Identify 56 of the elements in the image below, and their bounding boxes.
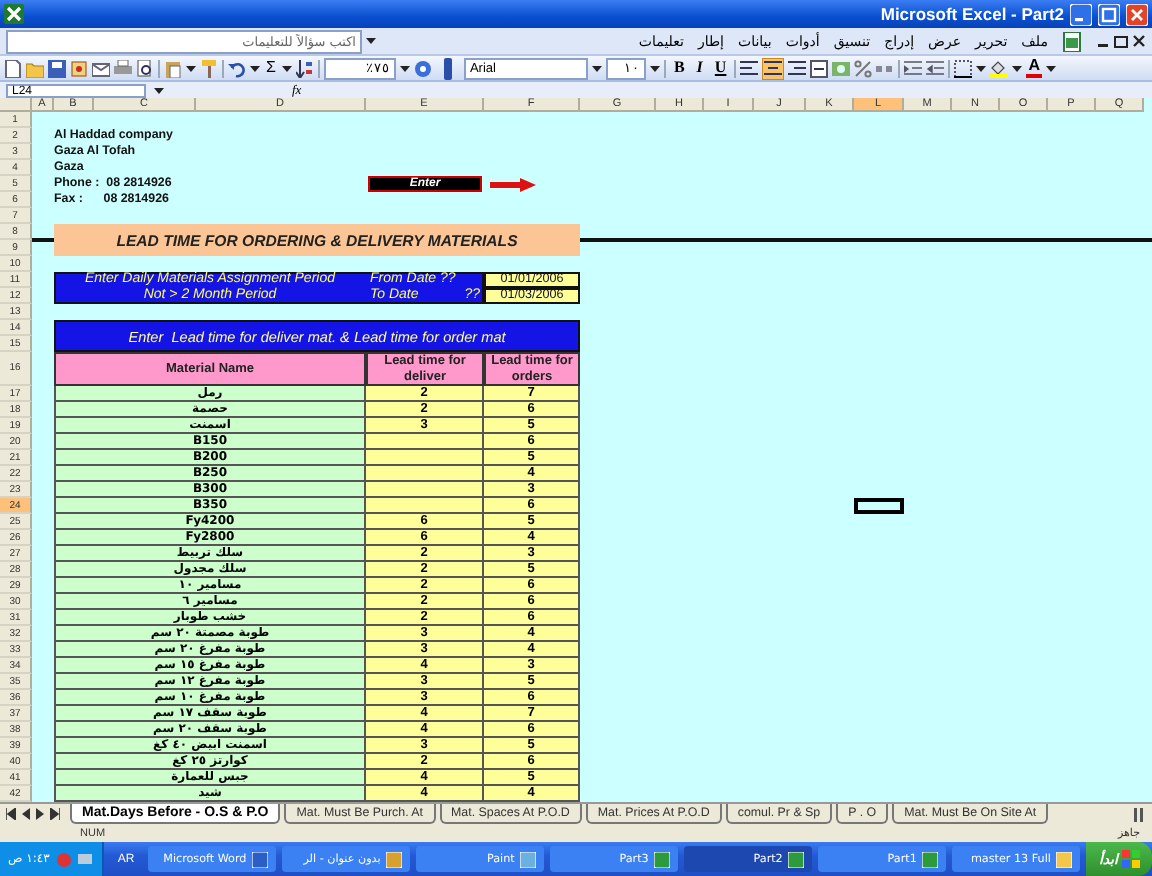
previous-sheet-icon[interactable]: [22, 808, 30, 820]
caret-icon[interactable]: [976, 63, 987, 73]
next-sheet-icon[interactable]: [36, 808, 44, 820]
maximize-icon[interactable]: [1098, 3, 1120, 25]
help-icon[interactable]: [413, 59, 432, 77]
spreadsheet-icon: [922, 851, 939, 867]
percent-icon[interactable]: [854, 59, 873, 77]
caret-icon[interactable]: [1012, 63, 1023, 73]
align-center-icon[interactable]: [762, 57, 785, 79]
document-icon[interactable]: [1062, 31, 1082, 51]
undo-icon[interactable]: [228, 59, 246, 77]
print-icon[interactable]: [114, 59, 132, 77]
caret-icon[interactable]: [366, 36, 376, 46]
spreadsheet-icon: [654, 851, 671, 867]
borders-icon[interactable]: [954, 59, 973, 77]
align-left-icon[interactable]: [740, 59, 759, 77]
autosum-button[interactable]: Σ: [264, 58, 278, 78]
sort-icon[interactable]: [295, 59, 314, 77]
folder-icon: [1056, 851, 1073, 867]
save-icon[interactable]: [48, 59, 66, 77]
caret-icon[interactable]: [591, 63, 602, 73]
caret-icon[interactable]: [1045, 63, 1056, 73]
windows-flag-icon: [1121, 850, 1140, 868]
bold-button[interactable]: B: [669, 58, 689, 78]
spreadsheet-icon[interactable]: [4, 4, 24, 24]
close-icon[interactable]: [1132, 34, 1146, 48]
restore-icon[interactable]: [1114, 34, 1128, 48]
window-icon: [386, 851, 403, 867]
paste-icon[interactable]: [164, 59, 182, 77]
caret-icon[interactable]: [399, 63, 410, 73]
document-icon: [252, 851, 269, 867]
caret-icon[interactable]: [250, 63, 260, 73]
outdent-icon[interactable]: [926, 59, 945, 77]
caret-icon[interactable]: [186, 63, 196, 73]
print-preview-icon[interactable]: [136, 59, 154, 77]
underline-button[interactable]: U: [710, 58, 731, 78]
format-painter-icon[interactable]: [200, 59, 218, 77]
cell-cursor: [854, 498, 904, 514]
fill-color-icon[interactable]: [990, 59, 1009, 77]
indent-icon[interactable]: [904, 59, 923, 77]
italic-button[interactable]: I: [692, 58, 707, 78]
permission-icon[interactable]: [70, 59, 88, 77]
spreadsheet-icon: [788, 851, 805, 867]
first-sheet-icon[interactable]: [6, 808, 16, 820]
split-handle-icon[interactable]: [1134, 805, 1144, 823]
caret-icon[interactable]: [281, 63, 292, 73]
font-color-button[interactable]: A: [1026, 58, 1042, 78]
paint-icon: [520, 851, 537, 867]
merge-cells-icon[interactable]: [810, 59, 829, 77]
caret-icon[interactable]: [649, 63, 660, 73]
mail-icon[interactable]: [92, 59, 110, 77]
last-sheet-icon[interactable]: [50, 808, 60, 820]
window-title: Microsoft Excel - Part2: [880, 4, 1064, 24]
arrow-icon: [490, 177, 536, 191]
align-right-icon[interactable]: [788, 59, 807, 77]
toolbar-grip-icon[interactable]: [443, 57, 452, 79]
